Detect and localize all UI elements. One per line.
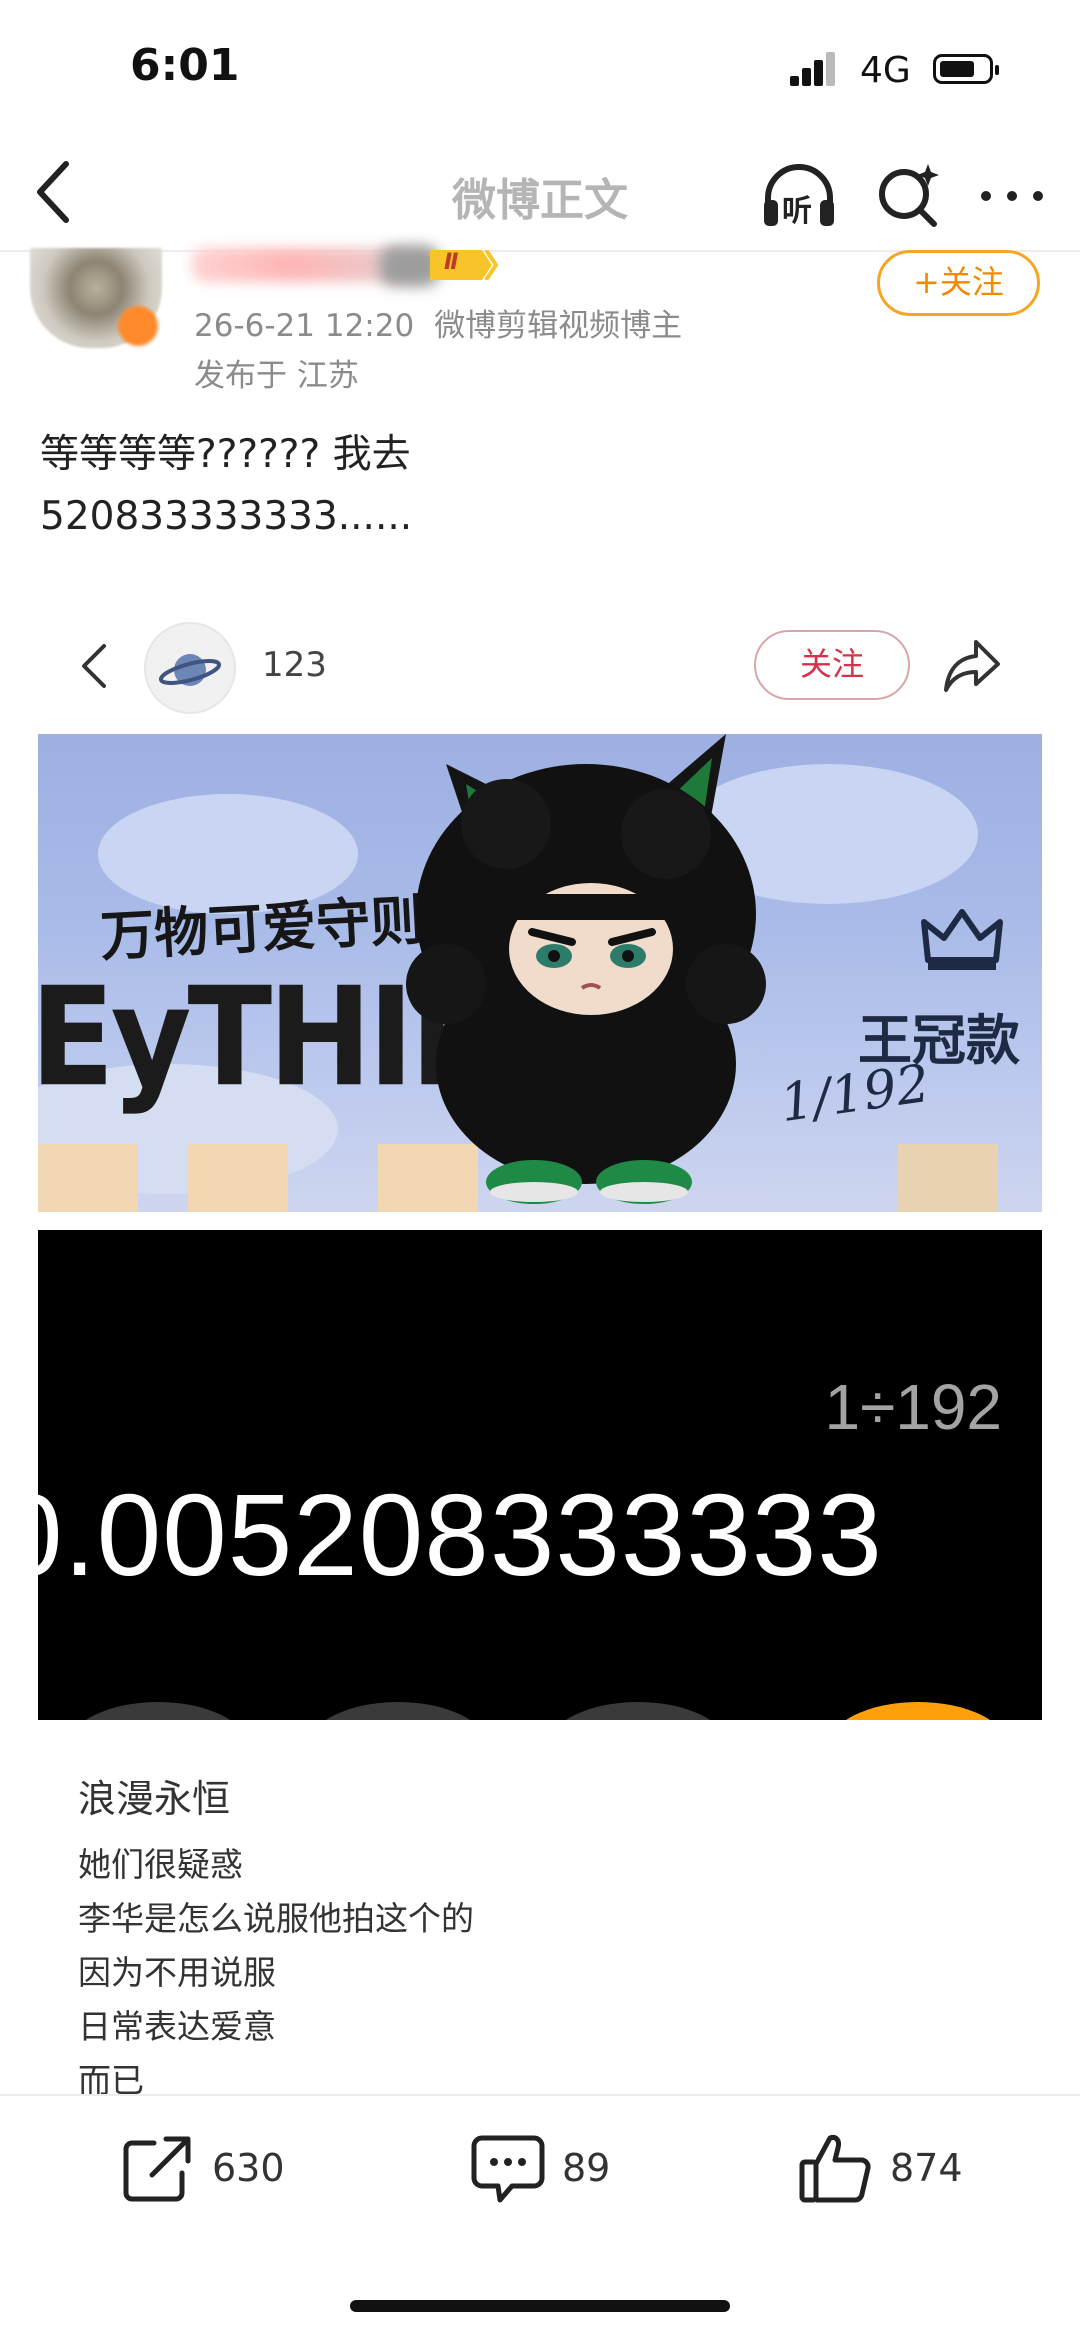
level-badge: Ⅱ xyxy=(430,248,500,282)
like-button[interactable]: 874 xyxy=(798,2128,963,2208)
share-icon xyxy=(123,2136,191,2202)
like-count: 874 xyxy=(890,2146,963,2190)
calculator-expression: 1÷192 xyxy=(824,1371,1003,1443)
embedded-share-icon xyxy=(944,640,1000,692)
calculator-key xyxy=(548,1702,728,1720)
calculator-key-operator xyxy=(828,1702,1008,1720)
embedded-product-image[interactable]: 万物可爱守则 EyTHING 王冠款 1/192 xyxy=(38,734,1042,1222)
listen-label: 听 xyxy=(782,194,812,229)
embedded-follow-button: 关注 xyxy=(754,630,910,700)
share-count: 630 xyxy=(212,2146,285,2190)
comment-count: 89 xyxy=(562,2146,611,2190)
comment-button[interactable]: 89 xyxy=(470,2128,610,2208)
crown-icon xyxy=(921,909,1003,970)
more-icon[interactable] xyxy=(976,176,1048,216)
planet-icon xyxy=(158,654,222,686)
listen-button[interactable]: 听 xyxy=(760,160,838,232)
battery-icon xyxy=(933,54,999,84)
calculator-key xyxy=(308,1702,488,1720)
signal-icon xyxy=(790,52,835,86)
level-badge-label: Ⅱ xyxy=(444,250,459,275)
image-caption: 万物可爱守则 xyxy=(98,887,426,969)
comment-icon xyxy=(471,2135,545,2203)
embedded-avatar xyxy=(144,622,236,714)
post-meta: 26-6-21 12:20 微博剪辑视频博主 xyxy=(194,300,702,345)
post-location: 发布于 江苏 xyxy=(194,358,359,394)
network-type: 4G xyxy=(860,50,911,91)
post-date: 26-6-21 12:20 xyxy=(194,308,415,344)
status-time: 6:01 xyxy=(130,40,240,91)
post-source: 微博剪辑视频博主 xyxy=(434,308,683,344)
ai-search-icon[interactable] xyxy=(872,160,944,232)
embedded-username: 123 xyxy=(262,645,327,685)
post-text: 等等等等?????? 我去 520833333333...... xyxy=(40,432,413,539)
follow-button[interactable]: +关注 xyxy=(877,250,1040,316)
avatar-badge xyxy=(118,306,158,346)
plush-doll-illustration xyxy=(406,734,766,1204)
home-indicator[interactable] xyxy=(350,2300,730,2312)
embedded-body-text: 她们很疑惑 李华是怎么说服他拍这个的 因为不用说服 日常表达爱意 而已 xyxy=(78,1845,474,2100)
embedded-back-icon xyxy=(82,644,106,688)
embedded-calculator-image[interactable]: 1÷192 0.005208333333 xyxy=(38,1230,1042,1720)
share-button[interactable]: 630 xyxy=(120,2128,285,2208)
calculator-result: 0.005208333333 xyxy=(38,1470,883,1600)
calculator-key xyxy=(68,1702,248,1720)
embedded-title: 浪漫永恒 xyxy=(78,1777,231,1821)
thumbs-up-icon xyxy=(799,2135,871,2203)
